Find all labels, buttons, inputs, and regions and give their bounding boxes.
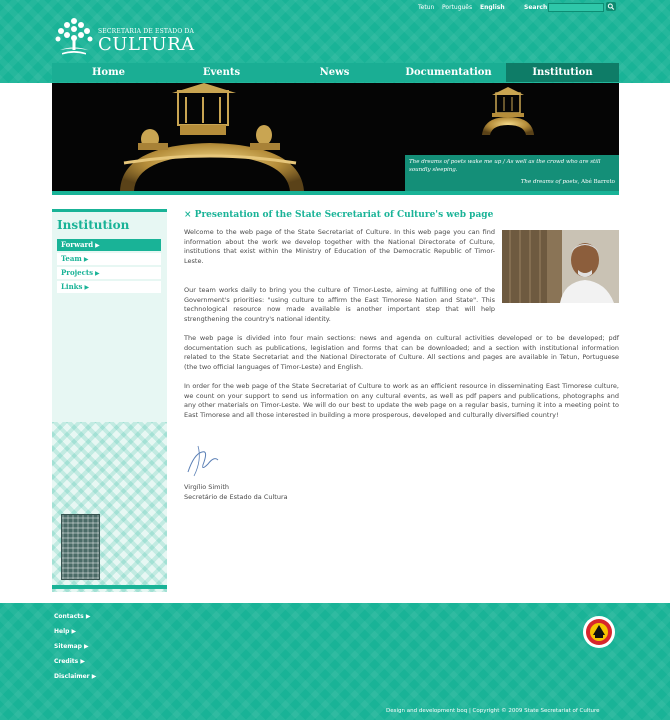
page-title: × Presentation of the State Secretariat … (184, 210, 494, 220)
paragraph-3: The web page is divided into four main s… (184, 334, 619, 371)
nav-news[interactable]: News (278, 63, 391, 82)
sidebar-item-label: Projects (61, 268, 94, 277)
arrow-right-icon: ▶ (84, 284, 90, 291)
site-footer (0, 603, 670, 720)
nav-documentation[interactable]: Documentation (391, 63, 506, 82)
quote-line-2: soundly sleeping. (409, 167, 458, 173)
paragraph-2: Our team works daily to bring you the cu… (184, 286, 495, 323)
search-input[interactable] (548, 3, 604, 12)
banner-divider (52, 191, 619, 195)
signatory-name: Virgílio Simith (184, 483, 229, 491)
paragraph-1: Welcome to the web page of the State Sec… (184, 228, 495, 265)
quote-author: Abé Barreto (581, 179, 615, 185)
footer-link-label: Sitemap (54, 643, 82, 650)
tree-logo-icon (55, 18, 93, 55)
arrow-right-icon: ▶ (83, 256, 89, 263)
main-nav: Home Events News Documentation Instituti… (52, 63, 619, 82)
signatory: Virgílio Simith Secretário de Estado da … (184, 482, 288, 502)
sidebar-item-forward[interactable]: Forward ▶ (57, 239, 161, 251)
quote-title: The dreams of poets, (520, 179, 580, 185)
footer-link-help[interactable]: Help ▶ (54, 628, 76, 635)
footer-link-contacts[interactable]: Contacts ▶ (54, 613, 90, 620)
sidebar-divider (52, 585, 167, 589)
footer-link-label: Contacts (54, 613, 84, 620)
banner-quote: The dreams of poets wake me up / As well… (405, 155, 619, 191)
search-label: Search (524, 4, 548, 11)
quote-attribution: The dreams of poets, Abé Barreto (409, 178, 615, 186)
magnifier-icon (607, 3, 615, 10)
footer-link-sitemap[interactable]: Sitemap ▶ (54, 643, 89, 650)
sidebar: Institution Forward ▶ Team ▶ Projects ▶ Lin… (52, 209, 167, 592)
sidebar-item-links[interactable]: Links ▶ (57, 281, 161, 293)
paragraph-4: In order for the web page of the State S… (184, 382, 619, 419)
arrow-right-icon: ▶ (85, 613, 91, 620)
sidebar-item-projects[interactable]: Projects ▶ (57, 267, 161, 279)
quote-line-1: The dreams of poets wake me up / As well… (409, 159, 601, 165)
sidebar-item-team[interactable]: Team ▶ (57, 253, 161, 265)
signatory-role: Secretário de Estado da Cultura (184, 493, 288, 501)
arrow-right-icon: ▶ (80, 658, 85, 665)
footer-link-disclaimer[interactable]: Disclaimer ▶ (54, 673, 96, 680)
nav-events[interactable]: Events (165, 63, 278, 82)
footer-link-label: Credits (54, 658, 79, 665)
national-emblem-icon (583, 616, 615, 648)
footer-link-credits[interactable]: Credits ▶ (54, 658, 85, 665)
arrow-right-icon: ▶ (95, 242, 100, 249)
arrow-right-icon: ▶ (95, 270, 100, 277)
site-logo[interactable]: SECRETARIA DE ESTADO DA CULTURA (52, 16, 195, 60)
nav-institution[interactable]: Institution (506, 63, 619, 82)
arrow-right-icon: ▶ (71, 628, 77, 635)
lang-portuguese-link[interactable]: Português (442, 4, 472, 11)
sidebar-item-label: Team (61, 254, 82, 263)
search-button[interactable] (606, 2, 616, 11)
footer-link-label: Disclaimer (54, 673, 90, 680)
arrow-right-icon: ▶ (91, 673, 97, 680)
signature-image (187, 445, 219, 477)
banner-image: The dreams of poets wake me up / As well… (52, 83, 619, 191)
secretary-photo (502, 230, 619, 303)
lang-tetun-link[interactable]: Tetun (418, 4, 434, 11)
logo-title: CULTURA (98, 34, 195, 55)
tais-textile-image (61, 514, 100, 580)
copyright-text: Design and development boq | Copyright ©… (386, 708, 600, 714)
site-header: Tetun Português English Search SECRETARI… (0, 0, 670, 83)
portrait-image (502, 230, 619, 303)
nav-home[interactable]: Home (52, 63, 165, 82)
lang-english-link[interactable]: English (480, 4, 505, 11)
sidebar-item-label: Links (61, 282, 83, 291)
sidebar-title: Institution (57, 218, 130, 232)
arrow-right-icon: ▶ (84, 643, 89, 650)
footer-link-label: Help (54, 628, 70, 635)
sidebar-item-label: Forward (61, 240, 94, 249)
